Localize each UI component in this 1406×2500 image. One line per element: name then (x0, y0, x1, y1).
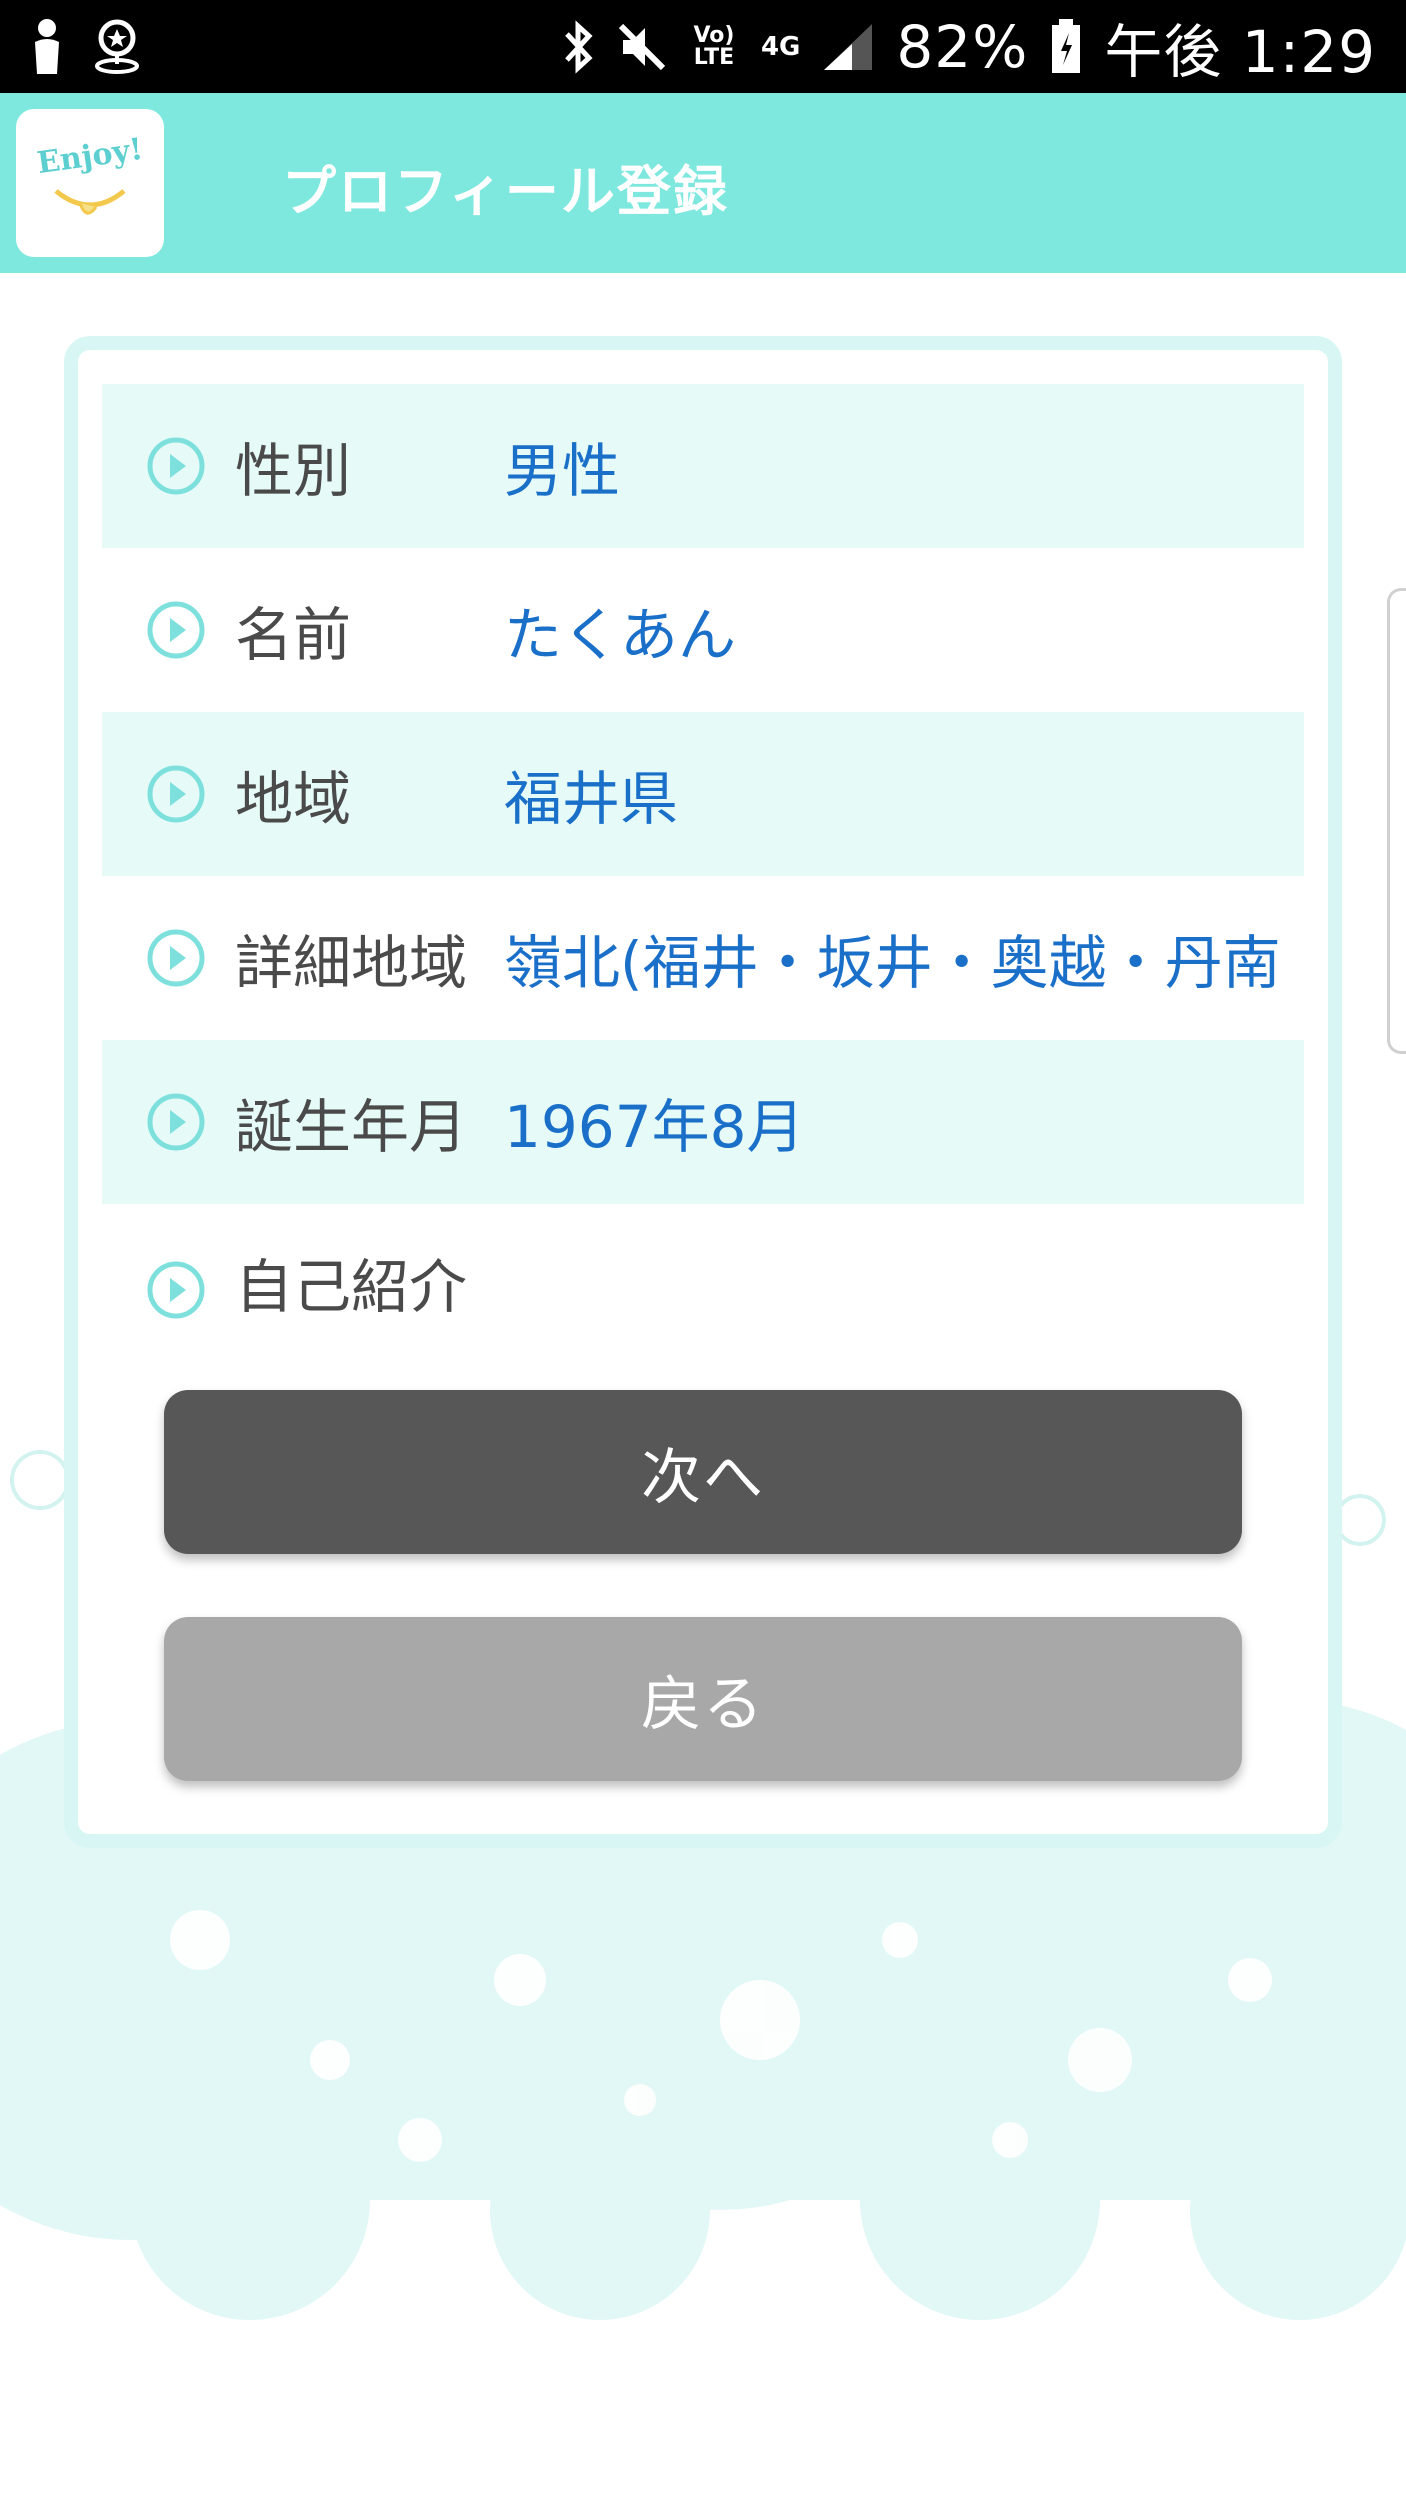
chevron-circle-icon (147, 1093, 205, 1151)
person-icon (35, 19, 59, 74)
profile-row-detail-region[interactable]: 詳細地域 嶺北(福井・坂井・奥越・丹南 (102, 876, 1304, 1040)
next-button[interactable]: 次へ (164, 1390, 1242, 1554)
clock: 午後 1:29 (1104, 17, 1376, 86)
chevron-circle-icon (147, 1261, 205, 1319)
side-handle[interactable] (1387, 588, 1406, 1054)
volte-indicator: Vo) LTE (693, 22, 735, 70)
row-value: たくあん (504, 601, 737, 669)
row-value: 男性 (504, 437, 621, 505)
row-label: 名前 (235, 601, 352, 669)
mute-icon (618, 23, 666, 70)
chevron-circle-icon (147, 437, 205, 495)
profile-row-gender[interactable]: 性別 男性 (102, 384, 1304, 548)
app-logo[interactable]: Enjoy! (16, 109, 164, 257)
row-value: 嶺北(福井・坂井・奥越・丹南 (504, 929, 1281, 997)
signal-icon (824, 23, 873, 70)
chevron-circle-icon (147, 601, 205, 659)
network-4g-indicator: 4G (760, 31, 801, 62)
app-bar: Enjoy! プロフィール登録 (0, 93, 1406, 273)
battery-icon (1052, 18, 1081, 73)
back-button[interactable]: 戻る (164, 1617, 1242, 1781)
status-bar: Vo) LTE 4G 82% 午後 1:29 (0, 0, 1406, 93)
profile-row-name[interactable]: 名前 たくあん (102, 548, 1304, 712)
profile-row-intro[interactable]: 自己紹介 (102, 1204, 1304, 1368)
profile-row-region[interactable]: 地域 福井県 (102, 712, 1304, 876)
row-label: 自己紹介 (235, 1253, 468, 1321)
chevron-circle-icon (147, 765, 205, 823)
row-label: 誕生年月 (235, 1093, 468, 1161)
row-label: 性別 (235, 437, 352, 505)
battery-percent: 82% (896, 12, 1029, 81)
smile-icon (54, 189, 126, 215)
chevron-circle-icon (147, 929, 205, 987)
profile-row-birth[interactable]: 誕生年月 1967年8月 (102, 1040, 1304, 1204)
bluetooth-icon (565, 19, 593, 74)
profile-list: 性別 男性 名前 たくあん 地域 福井県 詳細地域 嶺北(福井・坂井・奥越・丹南… (102, 384, 1304, 1368)
row-value: 1967年8月 (504, 1093, 805, 1161)
row-label: 詳細地域 (235, 929, 468, 997)
page-title: プロフィール登録 (282, 160, 729, 223)
row-value: 福井県 (504, 765, 679, 833)
location-icon (95, 19, 139, 74)
row-label: 地域 (235, 765, 352, 833)
